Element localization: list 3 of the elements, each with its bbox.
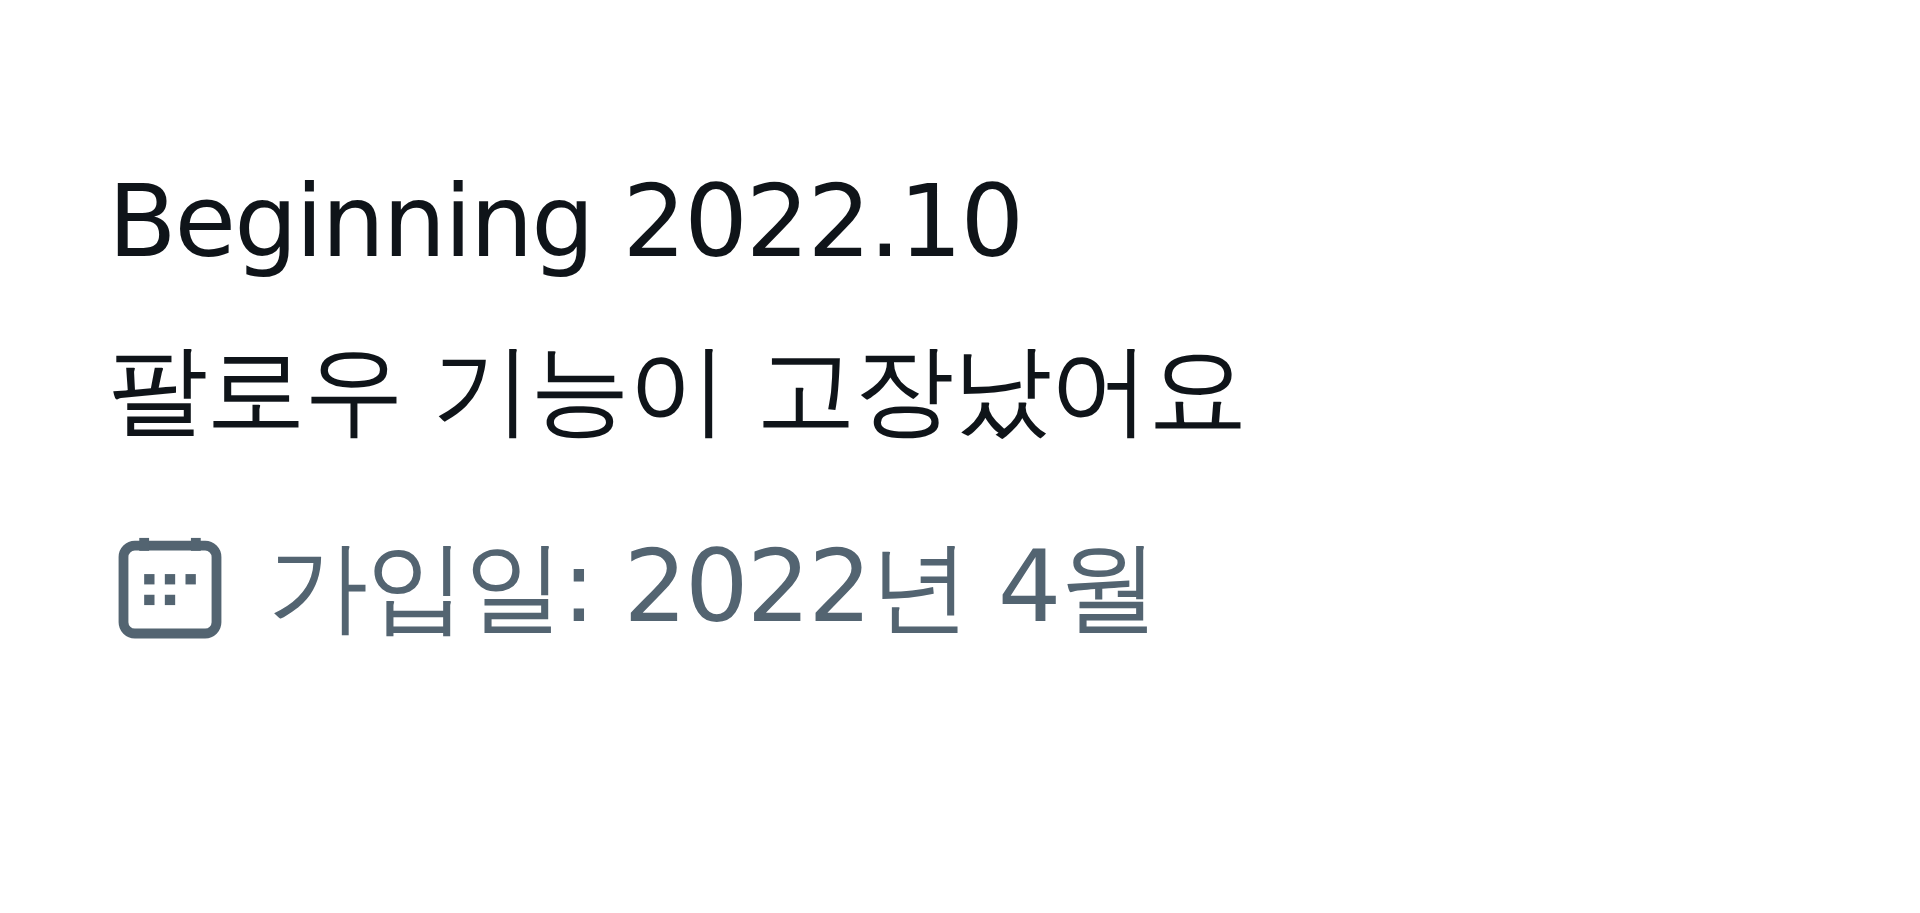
join-date: 가입일: 2022년 4월	[268, 527, 1158, 647]
bio-text: Beginning 2022.10	[108, 162, 1024, 282]
bio-text: 팔로우 기능이 고장났어요	[108, 330, 1247, 450]
